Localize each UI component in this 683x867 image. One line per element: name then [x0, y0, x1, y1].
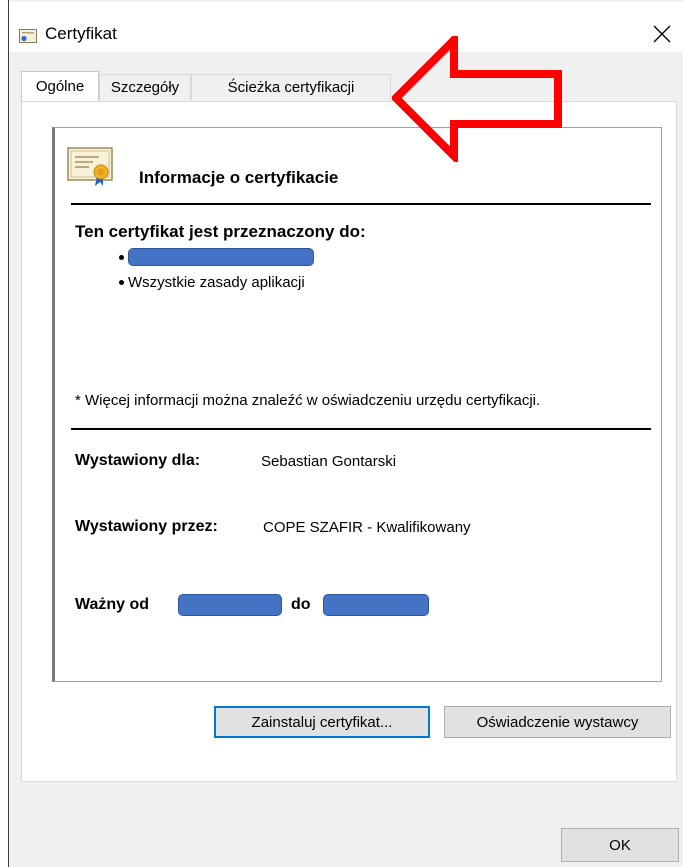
- valid-to-label: do: [291, 596, 311, 613]
- purpose-text: Wszystkie zasady aplikacji: [128, 274, 305, 291]
- install-certificate-button[interactable]: Zainstaluj certyfikat...: [214, 706, 430, 738]
- general-tab-panel: Informacje o certyfikacie Ten certyfikat…: [21, 101, 677, 782]
- info-title: Informacje o certyfikacie: [139, 168, 339, 187]
- bullet: [119, 254, 124, 260]
- divider: [71, 203, 651, 205]
- annotation-arrow-icon: [392, 36, 562, 162]
- close-button[interactable]: [640, 16, 683, 52]
- certificate-icon: [19, 29, 37, 43]
- valid-from-label: Ważny od: [75, 596, 150, 613]
- redaction-box: [128, 248, 314, 266]
- window-title: Certyfikat: [45, 24, 117, 43]
- purpose-item: [119, 248, 314, 266]
- certificate-ribbon-icon: [67, 147, 113, 186]
- purpose-title: Ten certyfikat jest przeznaczony do:: [75, 222, 366, 241]
- redaction-box: [323, 594, 429, 616]
- footnote: * Więcej informacji można znaleźć w oświ…: [75, 392, 541, 409]
- redaction-box: [178, 594, 282, 616]
- ok-button[interactable]: OK: [561, 828, 679, 862]
- bullet: [119, 280, 124, 285]
- certificate-dialog: Certyfikat Ogólne Szczegóły Ścieżka cert…: [8, 0, 683, 867]
- issued-by-label: Wystawiony przez:: [75, 518, 218, 535]
- issued-to-label: Wystawiony dla:: [75, 452, 201, 469]
- tab-certification-path[interactable]: Ścieżka certyfikacji: [191, 74, 391, 100]
- issued-to-value: Sebastian Gontarski: [261, 453, 397, 470]
- tab-general[interactable]: Ogólne: [21, 71, 99, 101]
- issuer-statement-button[interactable]: Oświadczenie wystawcy: [444, 706, 671, 738]
- issued-by-value: COPE SZAFIR - Kwalifikowany: [263, 519, 471, 536]
- purpose-item: Wszystkie zasady aplikacji: [119, 274, 305, 291]
- divider: [71, 428, 651, 430]
- certificate-info-box: Informacje o certyfikacie Ten certyfikat…: [52, 127, 662, 682]
- close-icon: [653, 25, 671, 43]
- title-bar: Certyfikat: [9, 2, 683, 52]
- tab-details[interactable]: Szczegóły: [99, 74, 191, 100]
